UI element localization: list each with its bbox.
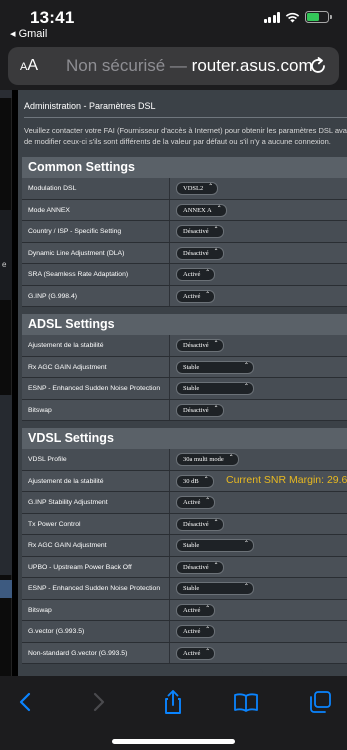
forward-icon[interactable] bbox=[84, 688, 112, 716]
setting-row: ESNP - Enhanced Sudden Noise Protection S… bbox=[22, 578, 347, 600]
setting-label: Ajustement de la stabilité bbox=[22, 470, 170, 491]
adsl-stability-select[interactable]: Désactivé bbox=[176, 339, 224, 352]
vdsl-esnp-select[interactable]: Stable bbox=[176, 582, 254, 595]
setting-row: SRA (Seamless Rate Adaptation) Activé bbox=[22, 264, 347, 286]
browser-address-area: AA Non sécurisé — router.asus.com bbox=[0, 44, 347, 90]
setting-row: Non-standard G.vector (G.993.5) Activé bbox=[22, 642, 347, 664]
setting-label: G.INP (G.998.4) bbox=[22, 285, 170, 306]
setting-row: Rx AGC GAIN Adjustment Stable bbox=[22, 356, 347, 378]
setting-row: Mode ANNEX ANNEX A bbox=[22, 199, 347, 221]
setting-label: Rx AGC GAIN Adjustment bbox=[22, 535, 170, 556]
dla-select[interactable]: Désactivé bbox=[176, 246, 224, 260]
text-size-button[interactable]: AA bbox=[20, 57, 38, 75]
snr-margin-readout: Current SNR Margin: 29.6 bbox=[226, 473, 347, 486]
url-display[interactable]: Non sécurisé — router.asus.com bbox=[66, 56, 313, 76]
vdsl-profile-select[interactable]: 30a multi mode bbox=[176, 453, 239, 466]
address-bar[interactable]: AA Non sécurisé — router.asus.com bbox=[8, 47, 339, 85]
dsl-settings-panel: Administration - Paramètres DSL Veuillez… bbox=[18, 90, 347, 676]
status-icons bbox=[263, 11, 332, 23]
domain-label: router.asus.com bbox=[191, 56, 313, 75]
setting-row: Ajustement de la stabilité 30 dB Current S… bbox=[22, 470, 347, 492]
setting-row: Tx Power Control Désactivé bbox=[22, 513, 347, 535]
setting-label: Bitswap bbox=[22, 399, 170, 420]
back-icon[interactable] bbox=[12, 688, 40, 716]
sidebar-text-fragment: e bbox=[2, 260, 7, 269]
country-isp-select[interactable]: Désactivé bbox=[176, 225, 224, 238]
setting-label: Mode ANNEX bbox=[22, 199, 170, 220]
setting-label: Non-standard G.vector (G.993.5) bbox=[22, 642, 170, 663]
setting-row: Dynamic Line Adjustment (DLA) Désactivé bbox=[22, 242, 347, 264]
setting-label: Dynamic Line Adjustment (DLA) bbox=[22, 242, 170, 263]
wifi-icon bbox=[285, 12, 300, 22]
setting-row: UPBO - Upstream Power Back Off Désactivé bbox=[22, 556, 347, 578]
section-title: ADSL Settings bbox=[22, 314, 347, 335]
title-divider bbox=[24, 117, 347, 118]
setting-row: Ajustement de la stabilité Désactivé bbox=[22, 335, 347, 357]
battery-icon bbox=[305, 11, 332, 23]
adsl-rx-agc-select[interactable]: Stable bbox=[176, 360, 254, 374]
adsl-esnp-select[interactable]: Stable bbox=[176, 382, 254, 395]
setting-label: ESNP - Enhanced Sudden Noise Protection bbox=[22, 378, 170, 399]
section-title: VDSL Settings bbox=[22, 428, 347, 449]
setting-row: ESNP - Enhanced Sudden Noise Protection S… bbox=[22, 378, 347, 400]
share-icon[interactable] bbox=[159, 688, 187, 716]
setting-row: Modulation DSL VDSL2 bbox=[22, 178, 347, 200]
not-secure-label: Non sécurisé — bbox=[66, 56, 187, 75]
common-settings-section: Common Settings Modulation DSL VDSL2 Mode… bbox=[22, 157, 347, 307]
setting-label: SRA (Seamless Rate Adaptation) bbox=[22, 264, 170, 285]
status-bar: 13:41 ◂ Gmail bbox=[0, 0, 347, 44]
page-title: Administration - Paramètres DSL bbox=[24, 101, 156, 111]
tabs-icon[interactable] bbox=[306, 688, 334, 716]
web-content: e Administration - Paramètres DSL Veuill… bbox=[0, 90, 347, 676]
vdsl-rx-agc-select[interactable]: Stable bbox=[176, 539, 254, 552]
sidebar-menu-edge[interactable]: e bbox=[0, 90, 12, 676]
adsl-settings-section: ADSL Settings Ajustement de la stabilité… bbox=[22, 314, 347, 421]
setting-row: Rx AGC GAIN Adjustment Stable bbox=[22, 535, 347, 557]
sra-select[interactable]: Activé bbox=[176, 268, 216, 281]
page-description: Veuillez contacter votre FAI (Fournisseu… bbox=[24, 126, 347, 146]
vdsl-bitswap-select[interactable]: Activé bbox=[176, 603, 216, 617]
setting-label: Ajustement de la stabilité bbox=[22, 335, 170, 356]
setting-row: VDSL Profile 30a multi mode bbox=[22, 449, 347, 471]
back-to-app-link[interactable]: ◂ Gmail bbox=[10, 27, 47, 40]
vdsl-stability-select[interactable]: 30 dB bbox=[176, 474, 214, 488]
setting-label: Country / ISP - Specific Setting bbox=[22, 221, 170, 242]
setting-label: Rx AGC GAIN Adjustment bbox=[22, 356, 170, 377]
setting-label: VDSL Profile bbox=[22, 449, 170, 470]
bookmarks-icon[interactable] bbox=[232, 688, 260, 716]
ginp-select[interactable]: Activé bbox=[176, 289, 216, 303]
annex-mode-select[interactable]: ANNEX A bbox=[176, 203, 227, 217]
cellular-signal-icon bbox=[263, 11, 280, 23]
reload-icon[interactable] bbox=[307, 55, 329, 77]
setting-label: UPBO - Upstream Power Back Off bbox=[22, 556, 170, 577]
setting-row: G.INP Stability Adjustment Activé bbox=[22, 492, 347, 514]
setting-row: Bitswap Désactivé bbox=[22, 399, 347, 421]
setting-label: G.vector (G.993.5) bbox=[22, 621, 170, 642]
setting-row: Country / ISP - Specific Setting Désactiv… bbox=[22, 221, 347, 243]
setting-label: Tx Power Control bbox=[22, 513, 170, 534]
gvector-select[interactable]: Activé bbox=[176, 625, 216, 638]
nonstandard-gvector-select[interactable]: Activé bbox=[176, 646, 216, 660]
setting-row: Bitswap Activé bbox=[22, 599, 347, 621]
dsl-modulation-select[interactable]: VDSL2 bbox=[176, 182, 219, 195]
section-title: Common Settings bbox=[22, 157, 347, 178]
adsl-bitswap-select[interactable]: Désactivé bbox=[176, 403, 224, 417]
setting-label: Modulation DSL bbox=[22, 178, 170, 199]
ginp-stability-select[interactable]: Activé bbox=[176, 496, 216, 509]
home-indicator bbox=[112, 739, 235, 744]
vdsl-settings-section: VDSL Settings VDSL Profile 30a multi mode… bbox=[22, 428, 347, 664]
upbo-select[interactable]: Désactivé bbox=[176, 560, 224, 574]
clock: 13:41 bbox=[30, 8, 75, 27]
setting-label: Bitswap bbox=[22, 599, 170, 620]
tx-power-select[interactable]: Désactivé bbox=[176, 517, 224, 531]
setting-row: G.INP (G.998.4) Activé bbox=[22, 285, 347, 307]
setting-label: G.INP Stability Adjustment bbox=[22, 492, 170, 513]
setting-row: G.vector (G.993.5) Activé bbox=[22, 621, 347, 643]
setting-label: ESNP - Enhanced Sudden Noise Protection bbox=[22, 578, 170, 599]
